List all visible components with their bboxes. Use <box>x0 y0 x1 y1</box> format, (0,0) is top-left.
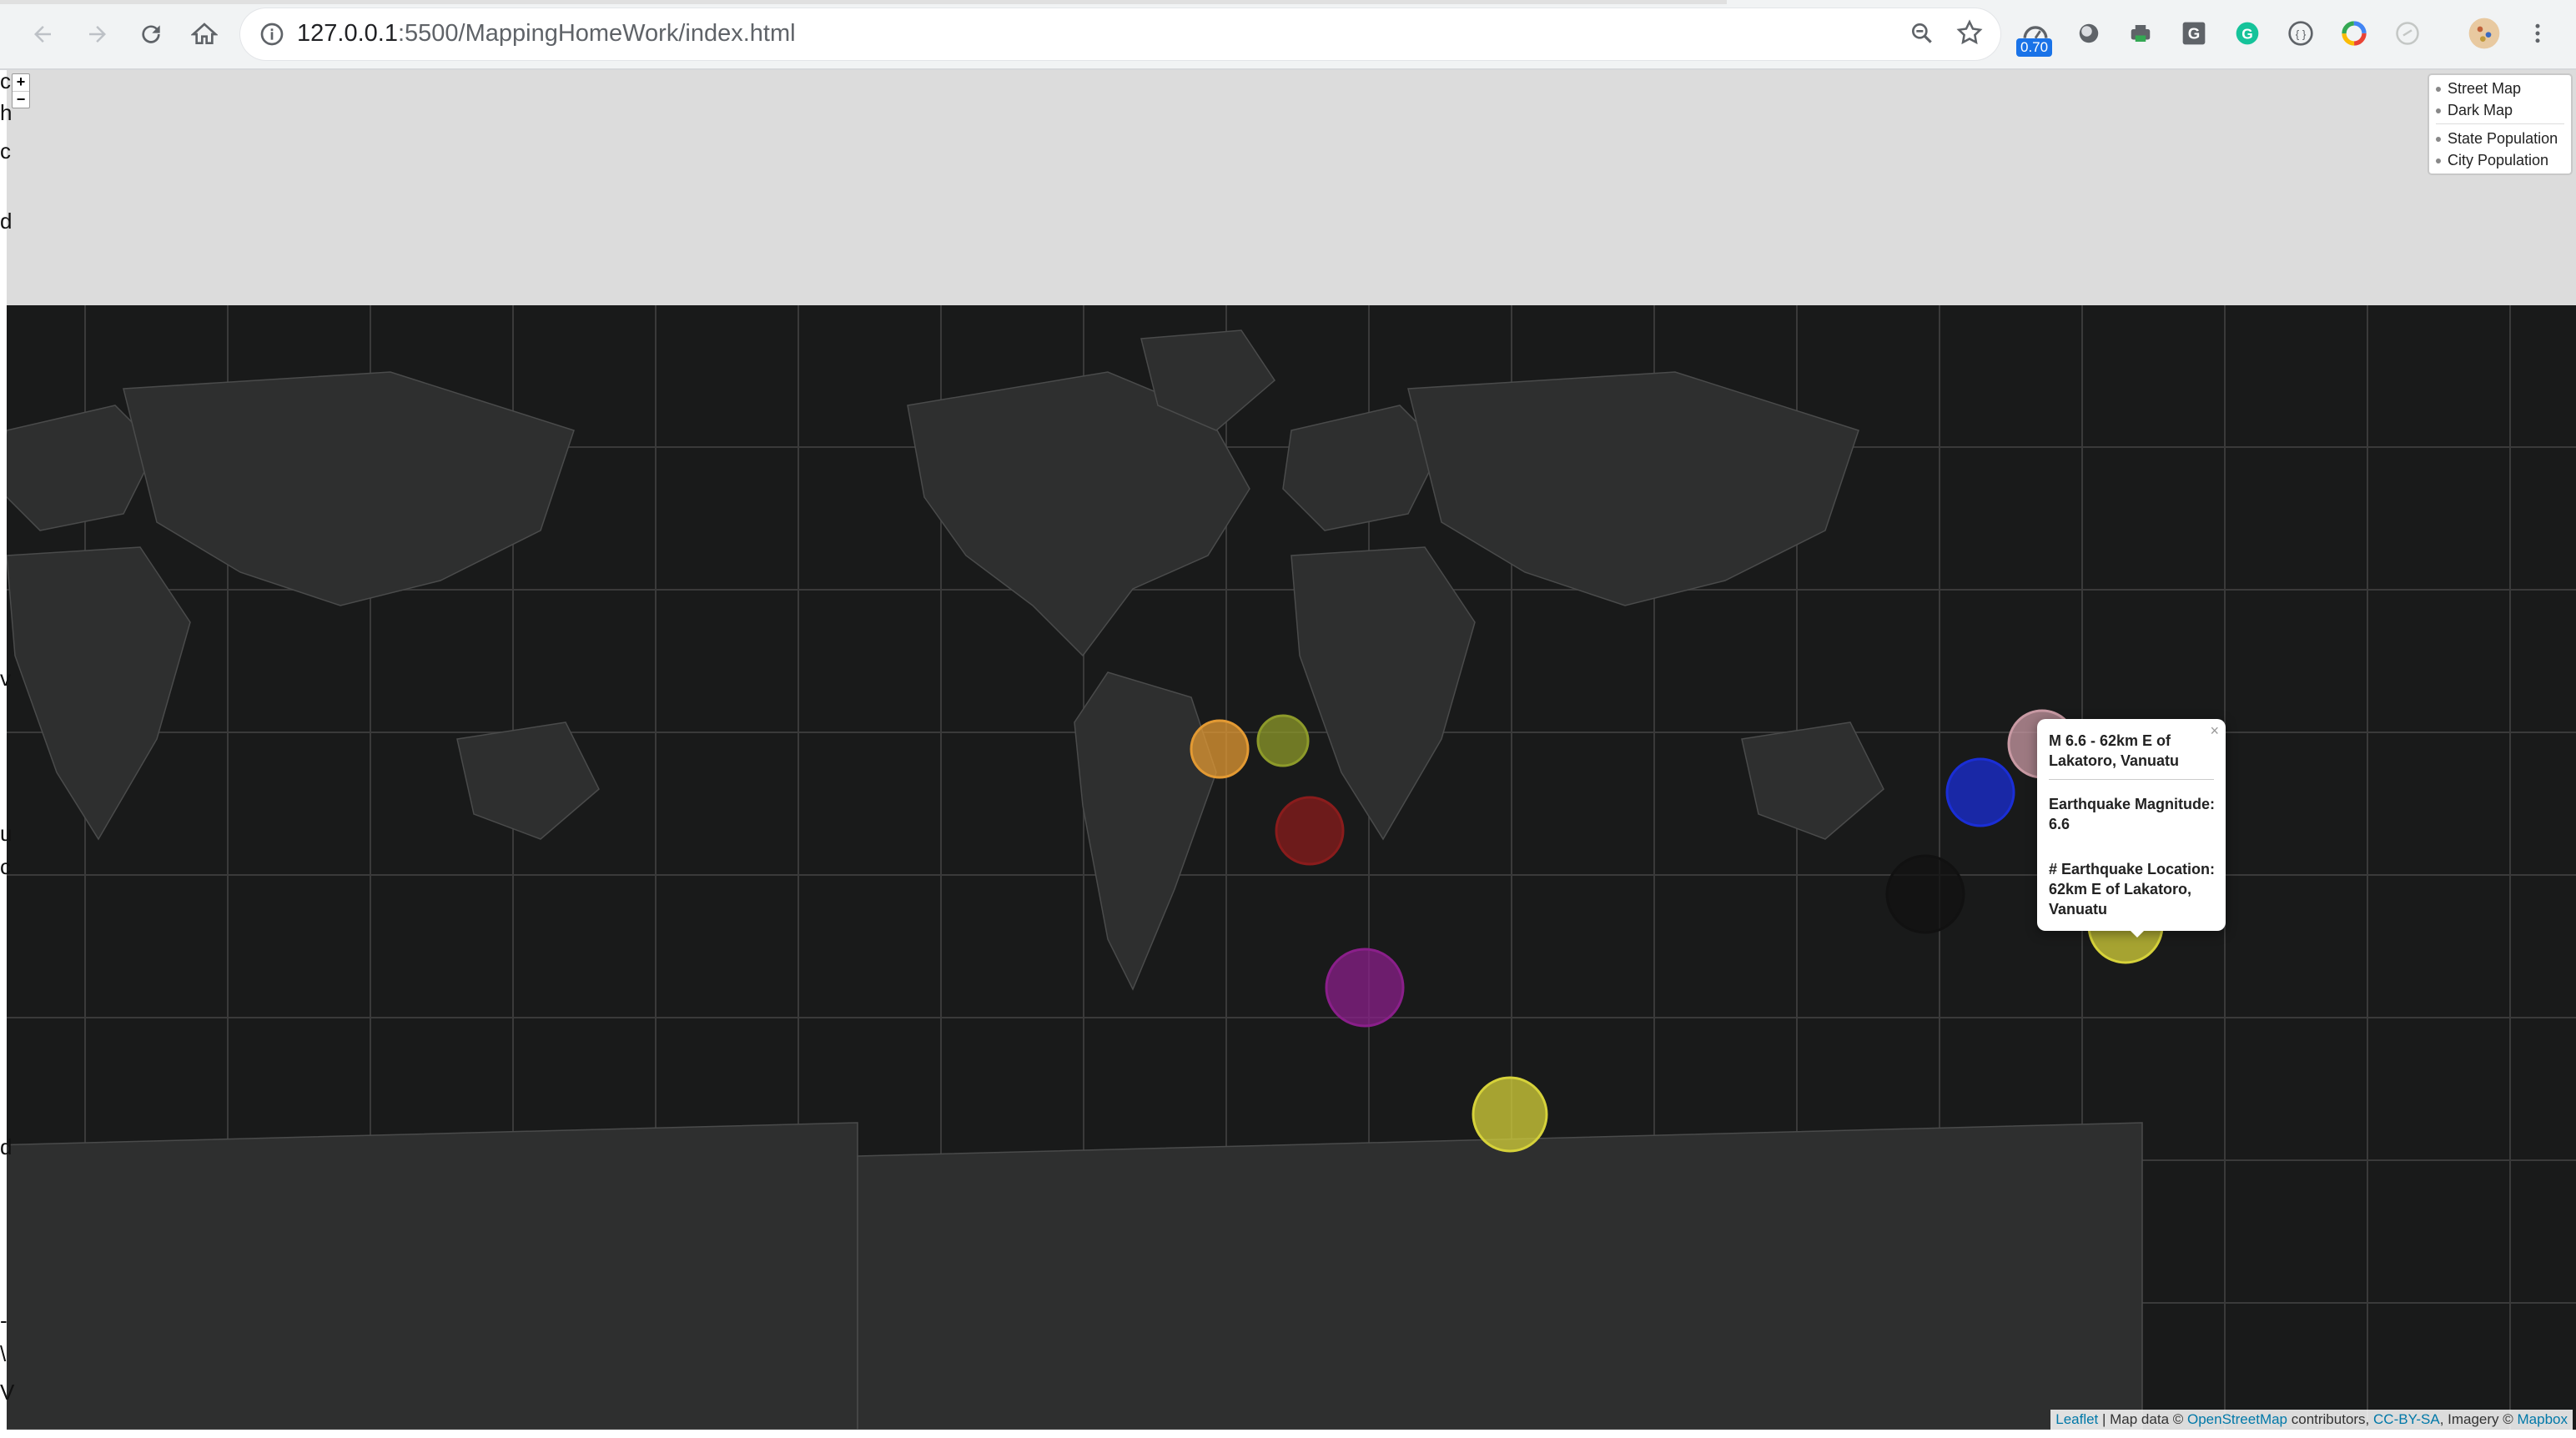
earthquake-marker-black[interactable] <box>1885 854 1965 934</box>
gutter-char: v <box>0 666 11 691</box>
earthquake-marker-blue[interactable] <box>1945 757 2015 827</box>
address-bar[interactable]: 127.0.0.1:5500/MappingHomeWork/index.htm… <box>240 8 2000 60</box>
landmass <box>123 371 575 606</box>
gutter-char: V <box>0 1380 15 1405</box>
site-info-icon[interactable] <box>259 21 285 52</box>
landmass <box>1074 671 1217 991</box>
gutter-char: d <box>0 1134 13 1159</box>
landmass <box>1407 371 1859 606</box>
layer-label: State Population <box>2448 130 2558 147</box>
zoom-out-button[interactable]: − <box>13 91 29 108</box>
landmasses <box>7 329 2143 1430</box>
popup-magnitude: Earthquake Magnitude: 6.6 <box>2049 796 2216 832</box>
layer-option-state-population[interactable]: State Population <box>2436 130 2558 148</box>
earthquake-marker-purple[interactable] <box>1325 948 1405 1028</box>
arrow-left-icon <box>34 26 51 43</box>
svg-text:G: G <box>2241 26 2252 43</box>
home-icon <box>191 23 218 44</box>
landmass <box>7 1122 858 1430</box>
landmass <box>1741 722 1884 840</box>
map-zoom-control: + − <box>12 73 30 108</box>
url-host: 127.0.0.1 <box>297 20 398 47</box>
extension-share-icon[interactable] <box>2392 18 2423 48</box>
extension-g-square-icon[interactable]: G <box>2179 18 2209 48</box>
checkbox-icon[interactable] <box>2436 137 2441 143</box>
left-gutter: c h c d v u c d - \ V <box>0 68 14 1438</box>
landmass <box>857 1122 2143 1430</box>
popup-tip <box>2127 928 2147 938</box>
leaflet-link[interactable]: Leaflet <box>2055 1411 2098 1427</box>
zoom-icon[interactable] <box>1909 20 1935 51</box>
browser-toolbar: 127.0.0.1:5500/MappingHomeWork/index.htm… <box>0 0 2576 70</box>
earthquake-markers[interactable] <box>1190 709 2164 1153</box>
back-button[interactable] <box>23 15 62 53</box>
gutter-char: \ <box>0 1341 7 1366</box>
earthquake-marker-orange[interactable] <box>1190 719 1250 779</box>
layer-label: Dark Map <box>2448 102 2513 118</box>
gutter-char: u <box>0 821 13 846</box>
browser-menu-icon[interactable] <box>2523 18 2553 48</box>
forward-button[interactable] <box>78 15 117 53</box>
earthquake-marker-olive[interactable] <box>1256 714 1310 767</box>
attribution-text: | Map data © <box>2098 1411 2187 1427</box>
extension-grammarly-icon[interactable]: G <box>2232 18 2262 48</box>
url-text[interactable]: 127.0.0.1:5500/MappingHomeWork/index.htm… <box>297 20 796 48</box>
layer-separator <box>2436 123 2564 124</box>
svg-text:{ }: { } <box>2296 28 2307 40</box>
landmass <box>456 722 600 840</box>
extension-circle-icon[interactable] <box>2074 18 2104 48</box>
attribution-text: , Imagery © <box>2439 1411 2518 1427</box>
gutter-char: c <box>0 854 11 879</box>
layer-label: City Population <box>2448 152 2549 168</box>
attribution-text: contributors, <box>2287 1411 2374 1427</box>
layer-option-city-population[interactable]: City Population <box>2436 152 2548 169</box>
bookmark-star-icon[interactable] <box>1955 18 1984 51</box>
extension-printer-icon[interactable] <box>2126 18 2156 48</box>
reload-button[interactable] <box>132 15 170 53</box>
extension-brackets-icon[interactable]: { } <box>2286 18 2316 48</box>
zoom-in-button[interactable]: + <box>13 74 29 91</box>
profile-avatar-icon[interactable] <box>2468 17 2501 50</box>
landmass <box>1291 546 1476 841</box>
layer-option-dark-map[interactable]: Dark Map <box>2436 102 2513 119</box>
page-load-progress <box>0 0 1727 4</box>
gutter-char: d <box>0 209 13 234</box>
popup-divider <box>2049 779 2214 780</box>
openstreetmap-link[interactable]: OpenStreetMap <box>2187 1411 2287 1427</box>
page-footer-strip <box>0 1430 2576 1438</box>
gutter-char: - <box>0 1308 8 1333</box>
landmass <box>7 546 191 841</box>
license-link[interactable]: CC-BY-SA <box>2373 1411 2440 1427</box>
earthquake-marker-darkred[interactable] <box>1275 796 1345 866</box>
popup-title: M 6.6 - 62km E of Lakatoro, Vanuatu <box>2049 732 2180 769</box>
map-attribution: Leaflet | Map data © OpenStreetMap contr… <box>2050 1410 2573 1430</box>
svg-text:G: G <box>2188 25 2201 43</box>
radio-icon[interactable] <box>2436 108 2441 114</box>
extension-badge: 0.70 <box>2016 38 2053 57</box>
layer-option-street-map[interactable]: Street Map <box>2436 80 2521 98</box>
url-path: :5500/MappingHomeWork/index.html <box>397 20 796 47</box>
map-tile-loading-area[interactable] <box>7 70 2576 305</box>
home-button[interactable] <box>185 15 224 53</box>
arrow-right-icon <box>89 26 106 43</box>
checkbox-icon[interactable] <box>2436 158 2441 164</box>
radio-icon[interactable] <box>2436 87 2441 93</box>
gutter-char: c <box>0 68 11 93</box>
reload-icon <box>142 25 160 43</box>
gutter-char: c <box>0 138 11 163</box>
popup-location: # Earthquake Location: 62km E of Lakator… <box>2049 861 2216 918</box>
gutter-char: h <box>0 100 13 125</box>
popup-close-button[interactable]: × <box>2210 721 2219 741</box>
extension-colorwheel-icon[interactable] <box>2339 18 2369 48</box>
earthquake-popup: × M 6.6 - 62km E of Lakatoro, Vanuatu Ea… <box>2037 719 2226 931</box>
layer-control: Street Map Dark Map State Population Cit… <box>2428 73 2573 175</box>
mapbox-link[interactable]: Mapbox <box>2518 1411 2568 1427</box>
earthquake-marker-yellow[interactable] <box>1472 1076 1548 1153</box>
layer-label: Street Map <box>2448 80 2522 97</box>
